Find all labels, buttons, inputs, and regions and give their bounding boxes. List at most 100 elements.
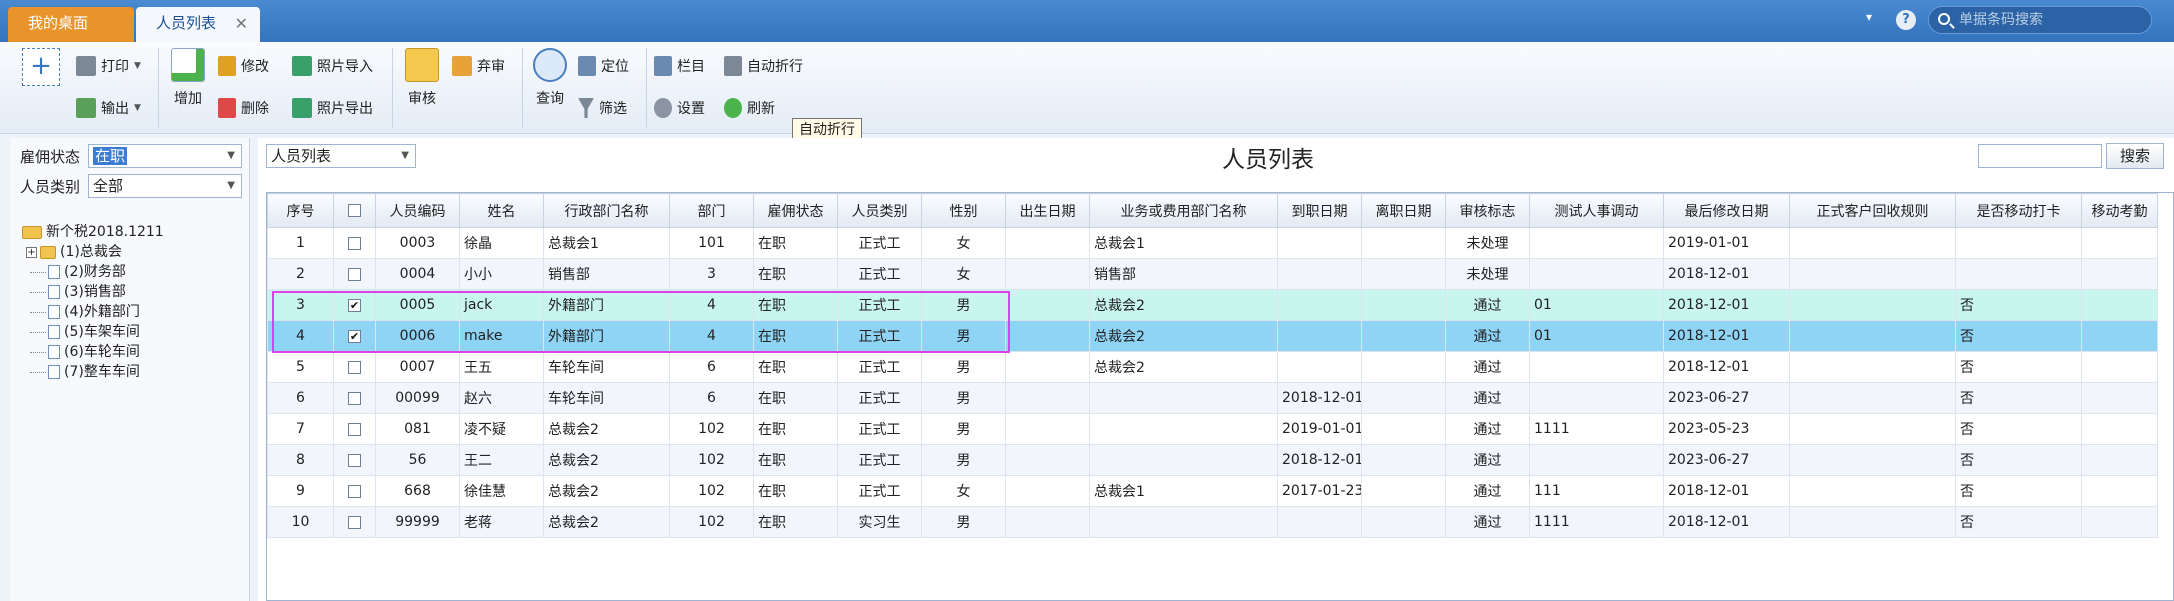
table-row[interactable]: 5 0007 王五 车轮车间 6 在职 正式工男 总裁会2 通过 2018-12-01 否 [267, 351, 2158, 383]
cell-category: 正式工 [837, 475, 922, 507]
cell-dept: 6 [669, 382, 754, 414]
row-checkbox[interactable] [348, 391, 361, 405]
row-select-cell [333, 444, 376, 476]
cell-no: 6 [267, 382, 334, 414]
column-header[interactable]: 部门 [669, 193, 754, 228]
columns-button[interactable]: 栏目 [654, 56, 705, 76]
query-button[interactable]: 查询 [530, 48, 570, 108]
column-header[interactable]: 业务或费用部门名称 [1089, 193, 1278, 228]
column-header[interactable]: 人员编码 [375, 193, 460, 228]
cell-join [1277, 506, 1362, 538]
row-checkbox[interactable]: ✔ [348, 298, 361, 312]
cell-birth [1005, 227, 1090, 259]
cell-audit: 通过 [1445, 382, 1530, 414]
settings-button[interactable]: 设置 [654, 98, 705, 118]
row-checkbox[interactable] [348, 515, 361, 529]
tree-node[interactable]: (7)整车车间 [22, 362, 164, 382]
tree-root[interactable]: 新个税2018.1211 [22, 222, 164, 242]
column-header[interactable]: 出生日期 [1005, 193, 1090, 228]
barcode-search-input[interactable] [1959, 10, 2144, 30]
export-button[interactable]: 输出 ▼ [76, 98, 141, 118]
column-header[interactable]: 人员类别 [837, 193, 922, 228]
column-header[interactable]: 到职日期 [1277, 193, 1362, 228]
tab-my-desktop[interactable]: 我的桌面 [8, 7, 134, 42]
column-header[interactable]: 是否移动打卡 [1955, 193, 2082, 228]
cell-category: 正式工 [837, 320, 922, 352]
cell-mobile-att [2081, 506, 2158, 538]
row-checkbox[interactable] [348, 422, 361, 436]
column-header[interactable]: 行政部门名称 [543, 193, 670, 228]
column-header[interactable]: 测试人事调动 [1529, 193, 1664, 228]
tree-node[interactable]: (6)车轮车间 [22, 342, 164, 362]
help-icon[interactable]: ? [1896, 10, 1916, 30]
photo-export-button[interactable]: 照片导出 [292, 98, 373, 118]
column-header[interactable]: 离职日期 [1361, 193, 1446, 228]
row-checkbox[interactable] [348, 267, 361, 281]
employment-status-select[interactable]: 在职 ▼ [88, 144, 242, 168]
cell-no: 1 [267, 227, 334, 259]
select-all-checkbox[interactable] [348, 204, 361, 217]
tab-personnel-list[interactable]: 人员列表 ✕ [136, 7, 260, 42]
tree-node[interactable]: (2)财务部 [22, 262, 164, 282]
page-title: 人员列表 [1222, 147, 1314, 173]
personnel-category-select[interactable]: 全部 ▼ [88, 174, 242, 198]
table-row[interactable]: 3 ✔ 0005 jack 外籍部门 4 在职 正式工男 总裁会2 通过 01 2018-12-01 否 [267, 289, 2158, 321]
locate-button[interactable]: 定位 [578, 56, 629, 76]
row-checkbox[interactable] [348, 360, 361, 374]
cell-name: 徐晶 [459, 227, 544, 259]
row-checkbox[interactable] [348, 484, 361, 498]
add-button[interactable]: 增加 [168, 48, 208, 108]
tree-connector [30, 271, 46, 273]
review-button[interactable]: 审核 [402, 48, 442, 108]
expand-icon[interactable]: + [26, 246, 37, 258]
column-header[interactable]: 移动考勤 [2081, 193, 2158, 228]
row-checkbox[interactable]: ✔ [348, 329, 361, 343]
auto-wrap-button[interactable]: 自动折行 [724, 56, 803, 76]
search-button[interactable]: 搜索 [2106, 143, 2164, 169]
tree-node-label: (2)财务部 [64, 264, 126, 280]
new-tab-button[interactable]: + [22, 48, 60, 86]
tree-node[interactable]: (5)车架车间 [22, 322, 164, 342]
delete-button[interactable]: 删除 [218, 98, 269, 118]
cell-join [1277, 227, 1362, 259]
column-header[interactable]: 序号 [267, 193, 334, 228]
tree-node[interactable]: (3)销售部 [22, 282, 164, 302]
refresh-button[interactable]: 刷新 [724, 98, 775, 118]
table-row[interactable]: 1 0003 徐晶 总裁会1 101 在职 正式工女总裁会1 未处理 2019-01-01 [267, 227, 2158, 259]
table-row[interactable]: 6 00099 赵六 车轮车间 6 在职 正式工男 2018-12-01 通过 2023-06-2… [267, 382, 2158, 414]
tree-connector [30, 351, 46, 353]
cell-dept: 102 [669, 506, 754, 538]
table-row[interactable]: 9 668 徐佳慧 总裁会2 102 在职 正式工女 总裁会1 2017-01-23 通过 111 2… [267, 475, 2158, 507]
row-checkbox[interactable] [348, 453, 361, 467]
cell-rule [1789, 506, 1956, 538]
table-row[interactable]: 2 0004 小小 销售部 3 在职 正式工女销售部 未处理 2018-12-01 [267, 258, 2158, 290]
search-icon[interactable] [1938, 13, 1950, 25]
view-select[interactable]: 人员列表 ▼ [266, 144, 416, 168]
column-header[interactable]: 正式客户回收规则 [1789, 193, 1956, 228]
edit-button[interactable]: 修改 [218, 56, 269, 76]
column-header[interactable]: 姓名 [459, 193, 544, 228]
column-header[interactable]: 审核标志 [1445, 193, 1530, 228]
cell-leave [1361, 320, 1446, 352]
table-row[interactable]: 4 ✔ 0006 make 外籍部门 4 在职 正式工男总裁会2 通过 01 2018-12-01 否 [267, 320, 2158, 352]
discard-review-button[interactable]: 弃审 [452, 56, 505, 76]
photo-import-button[interactable]: 照片导入 [292, 56, 373, 76]
table-row[interactable]: 7 081 凌不疑 总裁会2 102 在职 正式工男 2019-01-01 通过 1111 2023… [267, 413, 2158, 445]
column-header[interactable]: 雇佣状态 [753, 193, 838, 228]
table-row[interactable]: 10 99999 老蒋 总裁会2 102 在职 实习生男 通过 1111 2018-12-01 否 [267, 506, 2158, 538]
cell-mobile-clock: 否 [1955, 351, 2082, 383]
close-icon[interactable]: ✕ [235, 7, 248, 40]
cell-biz-dept: 总裁会2 [1089, 320, 1278, 352]
print-button[interactable]: 打印 ▼ [76, 56, 141, 76]
chevron-down-icon[interactable]: ▾ [1866, 10, 1872, 24]
cell-gender: 男 [921, 289, 1006, 321]
column-header[interactable]: 性别 [921, 193, 1006, 228]
filter-button[interactable]: 筛选 [578, 98, 627, 118]
list-search-input[interactable] [1978, 144, 2102, 168]
tree-node[interactable]: (4)外籍部门 [22, 302, 164, 322]
tree-node[interactable]: + (1)总裁会 [22, 242, 164, 262]
row-checkbox[interactable] [348, 236, 361, 250]
table-row[interactable]: 8 56 王二 总裁会2 102 在职 正式工男 2018-12-01 通过 2023-06-27… [267, 444, 2158, 476]
column-header[interactable]: 最后修改日期 [1663, 193, 1790, 228]
select-all-column[interactable] [333, 193, 376, 228]
